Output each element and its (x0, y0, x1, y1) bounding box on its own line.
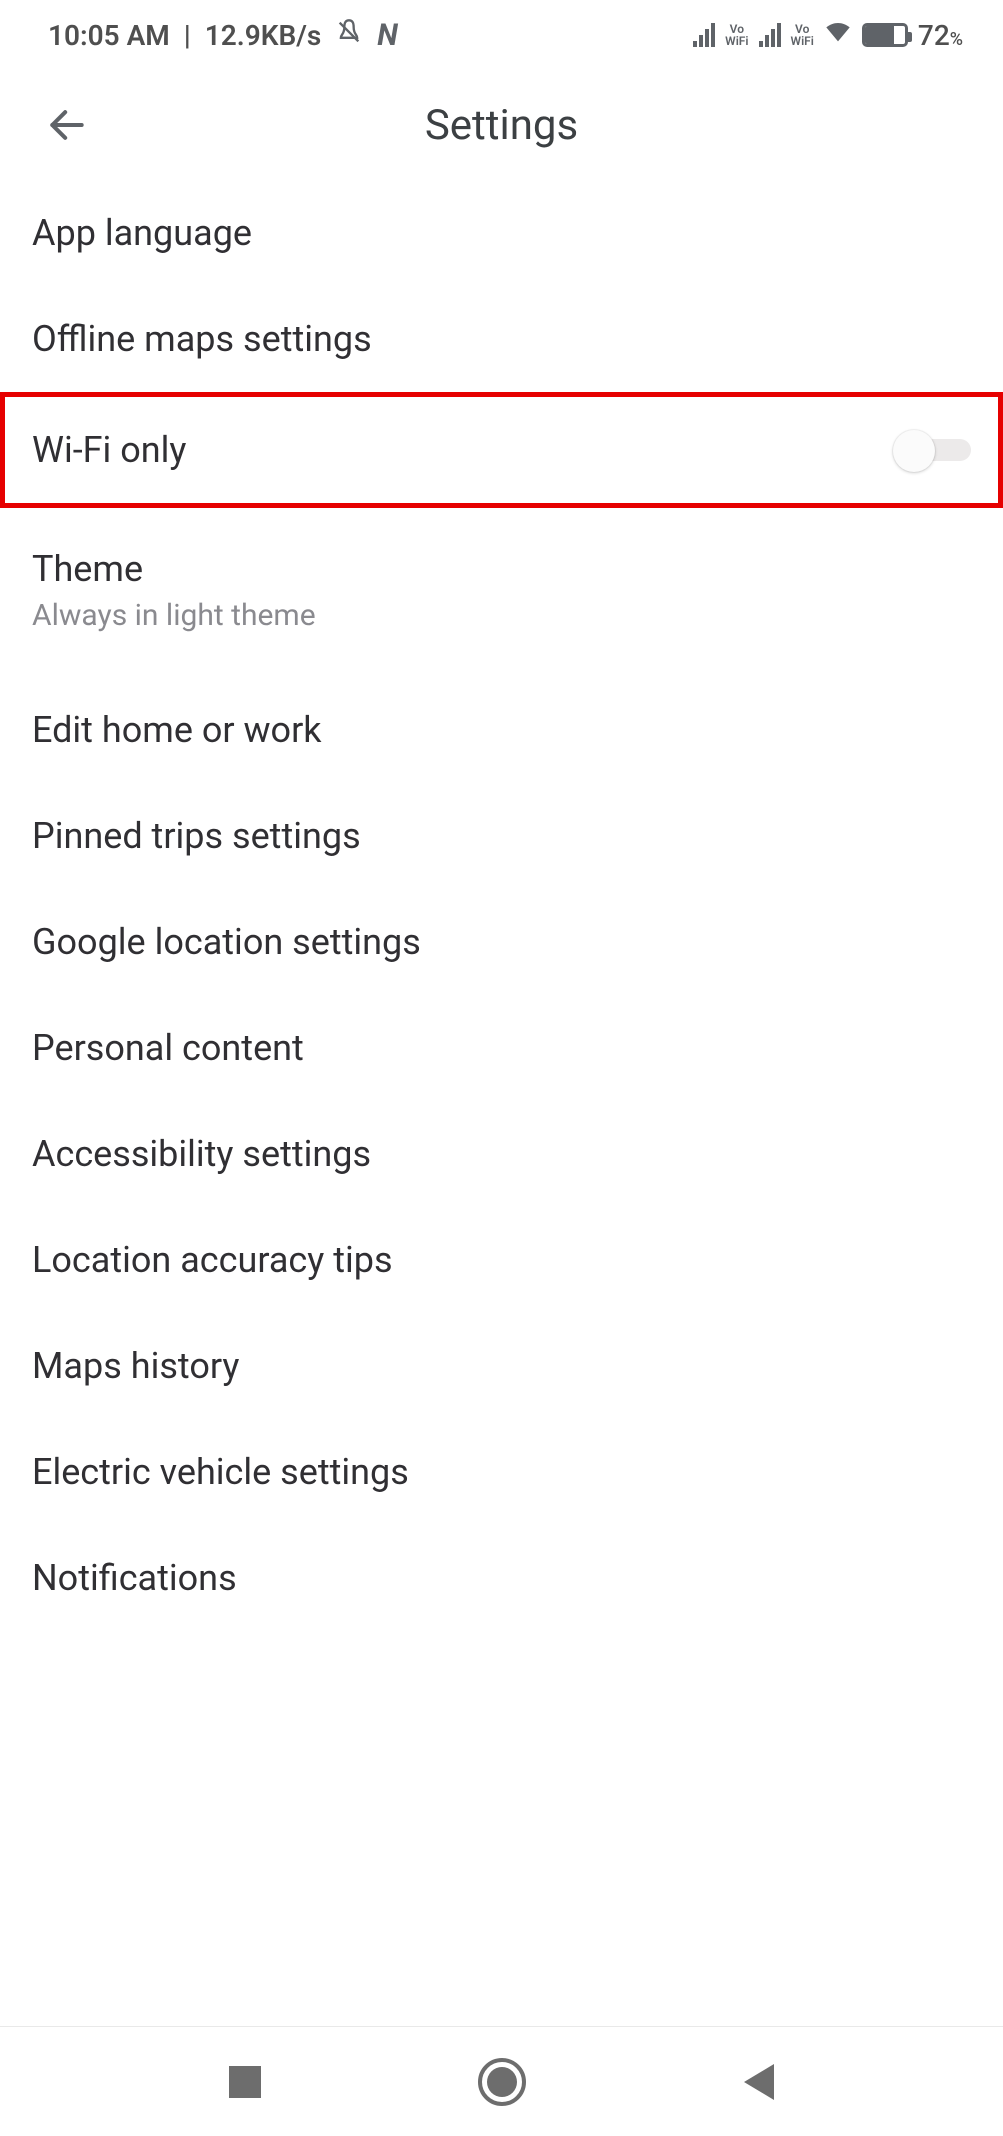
battery-icon (862, 23, 908, 47)
status-left: 10:05 AM | 12.9KB/s N (48, 18, 398, 53)
back-button[interactable] (22, 80, 112, 170)
row-maps-history[interactable]: Maps history (0, 1313, 1003, 1419)
status-separator: | (184, 19, 191, 52)
row-offline-maps[interactable]: Offline maps settings (0, 286, 1003, 392)
row-label: App language (32, 212, 252, 254)
row-label: Electric vehicle settings (32, 1451, 409, 1493)
wifi-only-toggle[interactable] (893, 430, 971, 470)
nav-home-button[interactable] (478, 2058, 526, 2106)
toggle-thumb (893, 430, 935, 472)
row-theme[interactable]: Theme Always in light theme (0, 508, 1003, 665)
row-label: Personal content (32, 1027, 304, 1069)
row-ev-settings[interactable]: Electric vehicle settings (0, 1419, 1003, 1525)
row-label: Theme (32, 548, 316, 590)
row-google-location[interactable]: Google location settings (0, 889, 1003, 995)
row-label: Location accuracy tips (32, 1239, 393, 1281)
nav-back-button[interactable] (744, 2064, 774, 2100)
signal-icon (693, 23, 715, 47)
row-label: Offline maps settings (32, 318, 372, 360)
app-bar: Settings (0, 70, 1003, 180)
battery-percent: 72% (918, 19, 963, 52)
n-icon: N (377, 18, 398, 53)
arrow-left-icon (45, 103, 89, 147)
battery-value: 72 (918, 19, 950, 52)
row-wifi-only[interactable]: Wi-Fi only (0, 392, 1003, 508)
row-notifications[interactable]: Notifications (0, 1525, 1003, 1631)
signal-icon-2 (759, 23, 781, 47)
settings-list: App language Offline maps settings Wi-Fi… (0, 180, 1003, 1631)
row-accessibility[interactable]: Accessibility settings (0, 1101, 1003, 1207)
status-right: VoWiFi VoWiFi 72% (693, 18, 963, 53)
nav-bar (0, 2026, 1003, 2136)
row-app-language[interactable]: App language (0, 180, 1003, 286)
row-label: Pinned trips settings (32, 815, 361, 857)
vowifi-icon-2: VoWiFi (791, 23, 814, 47)
row-label: Wi-Fi only (32, 429, 186, 471)
row-label: Google location settings (32, 921, 421, 963)
wifi-icon (824, 18, 852, 53)
row-label: Accessibility settings (32, 1133, 371, 1175)
page-title: Settings (0, 101, 1003, 150)
nav-recents-button[interactable] (229, 2066, 261, 2098)
row-label: Maps history (32, 1345, 239, 1387)
status-speed: 12.9KB/s (205, 19, 322, 52)
status-bar: 10:05 AM | 12.9KB/s N VoWiFi VoWiFi 72% (0, 0, 1003, 70)
row-label: Edit home or work (32, 709, 322, 751)
row-edit-home-work[interactable]: Edit home or work (0, 665, 1003, 783)
row-subtitle: Always in light theme (32, 598, 316, 633)
circle-icon (478, 2058, 526, 2106)
row-location-tips[interactable]: Location accuracy tips (0, 1207, 1003, 1313)
mute-icon (335, 18, 363, 53)
square-icon (229, 2066, 261, 2098)
triangle-left-icon (744, 2064, 774, 2100)
row-pinned-trips[interactable]: Pinned trips settings (0, 783, 1003, 889)
row-personal-content[interactable]: Personal content (0, 995, 1003, 1101)
row-label: Notifications (32, 1557, 237, 1599)
status-time: 10:05 AM (48, 19, 170, 52)
vowifi-icon: VoWiFi (725, 23, 748, 47)
percent-symbol: % (950, 29, 963, 50)
